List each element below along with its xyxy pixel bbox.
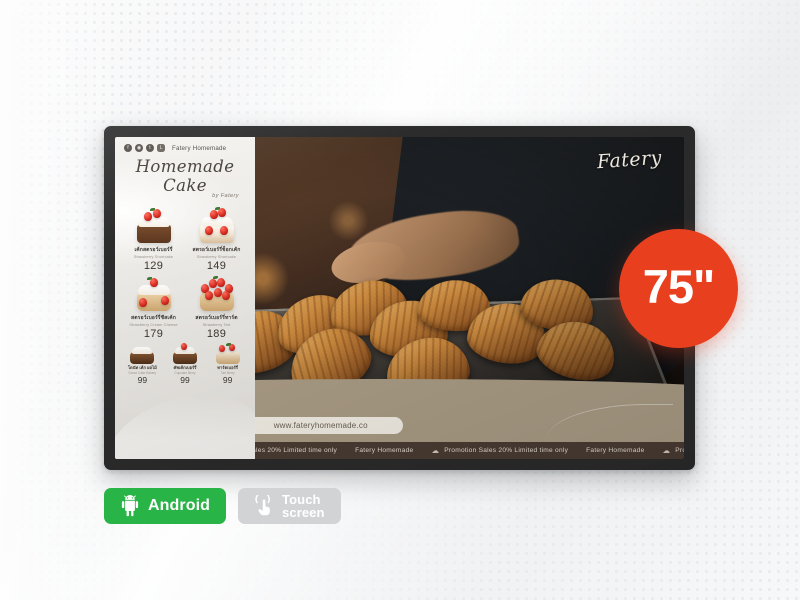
twitter-icon[interactable]: t [146,144,154,152]
touch-hand-icon [254,495,274,517]
menu-item-name-en: Strawberry Shortcake [196,253,237,259]
cloud-icon: ☁ [431,446,440,455]
feature-badges: Android Touch screen [104,488,341,524]
menu-item-name: สตรอว์เบอร์รี่ช็อกเค้ก [192,247,241,253]
menu-item-price: 189 [206,327,227,340]
cake-image [194,274,240,314]
menu-item-price: 99 [137,375,148,386]
instagram-icon[interactable]: ◉ [135,144,143,152]
cake-image [170,342,200,366]
menu-item-name-en: Strawberry Cream Cheese [129,321,178,327]
digital-signage-monitor: Fatery www.fateryhomemade.co Promotion S… [104,126,695,470]
menu-item-price: 149 [206,259,227,272]
menu-item-price: 129 [143,259,164,272]
search-input[interactable]: www.fateryhomemade.co [238,417,403,434]
search-url-text: www.fateryhomemade.co [273,421,368,430]
ticker-item: ☁Promotion Sales 20% Limited time only [662,446,684,455]
menu-item-small[interactable]: ทาร์ตเบอร์รี่ Tart Berry 99 [207,342,248,385]
menu-item-small[interactable]: คัพเค้กเบอร์รี่ Cupcake Berry 99 [165,342,206,385]
android-badge[interactable]: Android [104,488,227,524]
line-icon[interactable]: L [157,144,165,152]
menu-item-name: สตรอว์เบอร์รี่ทาร์ต [195,314,238,321]
screen-size-label: 75" [642,260,716,313]
ticker-item: Fatery Homemade [355,447,414,454]
screen-size-badge: 75" [619,229,738,348]
menu-item-small[interactable]: โดนัท เค้ก ผลไม้ Donut Cake Bakery 99 [122,342,163,385]
menu-item-name-en: Tart Berry [220,370,235,375]
android-icon [120,495,140,517]
menu-item-price: 179 [143,327,164,340]
cake-image [194,206,240,246]
menu-social-row: f ◉ t L Fatery Homemade [115,137,255,152]
android-label: Android [148,497,211,514]
menu-item[interactable]: สตรอว์เบอร์รี่ช็อกเค้ก Strawberry Shortc… [186,204,247,272]
background-left-fade [0,0,120,600]
menu-item-name: สตรอว์เบอร์รี่ชีสเค้ก [131,314,176,321]
menu-item-name-en: Strawberry Tart [202,321,231,327]
menu-brand-label: Fatery Homemade [172,144,227,152]
ticker-item: Fatery Homemade [586,447,645,454]
cake-image [213,342,243,366]
cake-image [131,274,177,314]
menu-item-name: โดนัท เค้ก ผลไม้ [127,364,157,370]
monitor-screen: Fatery www.fateryhomemade.co Promotion S… [115,137,684,459]
facebook-icon[interactable]: f [124,144,132,152]
menu-title: Homemade Cake [135,157,235,195]
menu-item[interactable]: สตรอว์เบอร์รี่ทาร์ต Strawberry Tart 189 [186,272,247,340]
touchscreen-badge[interactable]: Touch screen [238,488,341,524]
menu-item-name: เค้กสตรอว์เบอร์รี่ [134,247,173,253]
menu-item-name-en: Strawberry Shortcake [133,253,174,259]
page-root: Fatery www.fateryhomemade.co Promotion S… [0,0,800,600]
menu-small-grid: โดนัท เค้ก ผลไม้ Donut Cake Bakery 99 คั… [115,340,255,385]
cake-image [131,206,177,246]
menu-panel: f ◉ t L Fatery Homemade Homemade Cake by… [115,137,255,459]
menu-item[interactable]: สตรอว์เบอร์รี่ชีสเค้ก Strawberry Cream C… [123,272,184,340]
fatery-logo: Fatery [596,146,663,174]
menu-item[interactable]: เค้กสตรอว์เบอร์รี่ Strawberry Shortcake … [123,204,184,272]
menu-item-name-en: Cupcake Berry [174,370,196,375]
cake-image [127,342,157,366]
touchscreen-label: Touch screen [282,491,325,520]
menu-item-price: 99 [180,375,190,386]
menu-item-price: 99 [222,375,233,386]
ticker-item: ☁Promotion Sales 20% Limited time only [431,446,569,455]
menu-item-name-en: Donut Cake Bakery [128,370,157,375]
cloud-icon: ☁ [662,446,671,455]
menu-featured-grid: เค้กสตรอว์เบอร์รี่ Strawberry Shortcake … [115,199,255,340]
